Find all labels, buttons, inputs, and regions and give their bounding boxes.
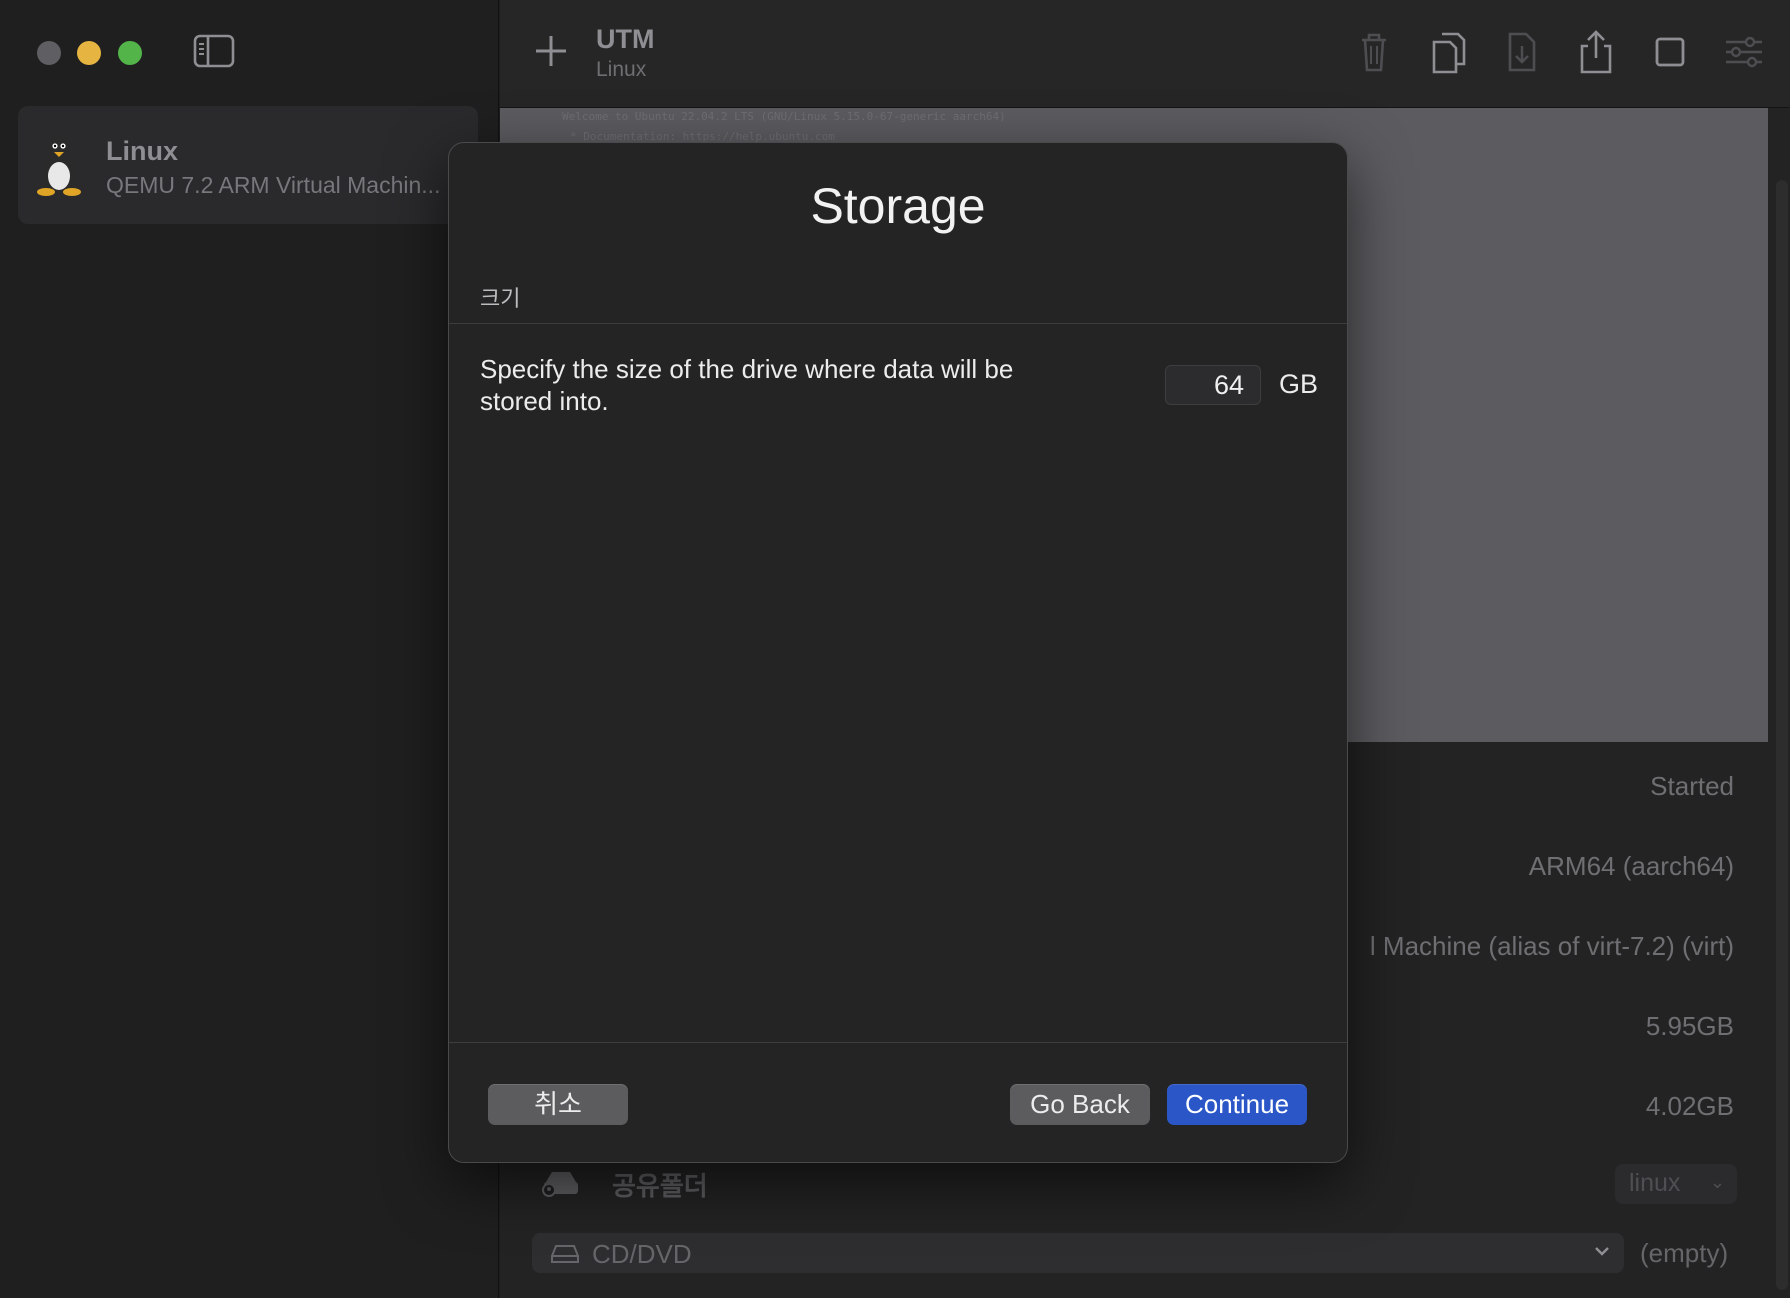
trash-icon[interactable] <box>1352 28 1396 76</box>
shared-folder-select[interactable]: linux ⌄ <box>1615 1164 1737 1204</box>
clone-icon[interactable] <box>1426 28 1470 76</box>
window-subtitle: Linux <box>596 58 647 81</box>
divider <box>449 323 1347 324</box>
go-back-button[interactable]: Go Back <box>1010 1084 1150 1125</box>
memory-value: 5.95GB <box>1645 1011 1734 1041</box>
plus-icon[interactable] <box>530 30 572 72</box>
drive-icon <box>551 1245 579 1263</box>
cd-dvd-select[interactable]: CD/DVD <box>532 1233 1624 1273</box>
dialog-title: Storage <box>810 178 986 234</box>
vm-description: QEMU 7.2 ARM Virtual Machin... <box>106 172 441 198</box>
window-minimize-button[interactable] <box>77 41 101 65</box>
linux-penguin-icon <box>37 136 81 196</box>
machine-value: l Machine (alias of virt-7.2) (virt) <box>1369 931 1734 961</box>
storage-dialog: Storage 크기 Specify the size of the drive… <box>448 142 1348 1163</box>
chevron-down-icon <box>1595 1247 1609 1256</box>
vm-list-item[interactable]: Linux QEMU 7.2 ARM Virtual Machin... <box>18 106 478 224</box>
sidebar: Linux QEMU 7.2 ARM Virtual Machin... <box>0 0 499 1298</box>
architecture-value: ARM64 (aarch64) <box>1528 851 1734 881</box>
chevron-down-icon: ⌄ <box>1709 1172 1725 1192</box>
drive-size-input[interactable] <box>1165 365 1261 405</box>
size-unit-label: GB <box>1279 369 1319 399</box>
shared-folder-icon <box>542 1172 578 1197</box>
window-title: UTM <box>596 24 655 54</box>
cancel-button[interactable]: 취소 <box>488 1084 628 1125</box>
continue-button[interactable]: Continue <box>1167 1084 1307 1125</box>
shared-folder-value: linux <box>1629 1169 1681 1197</box>
vm-name: Linux <box>106 136 178 166</box>
share-icon[interactable] <box>1574 28 1618 76</box>
window-close-button[interactable] <box>37 41 61 65</box>
window-maximize-button[interactable] <box>118 41 142 65</box>
console-line: Welcome to Ubuntu 22.04.2 LTS (GNU/Linux… <box>562 110 1006 123</box>
scrollbar[interactable] <box>1776 180 1788 1290</box>
divider <box>449 1042 1347 1043</box>
toolbar: UTM Linux <box>500 0 1790 108</box>
size-value: 4.02GB <box>1645 1091 1734 1121</box>
status-value: Started <box>1650 771 1734 801</box>
stop-icon[interactable] <box>1648 28 1692 76</box>
section-label: 크기 <box>480 286 521 311</box>
settings-icon[interactable] <box>1722 28 1766 76</box>
download-icon[interactable] <box>1500 28 1544 76</box>
sidebar-toggle-icon[interactable] <box>193 34 235 68</box>
shared-folder-label: 공유폴더 <box>612 1171 708 1201</box>
cd-dvd-label: CD/DVD <box>592 1239 692 1269</box>
size-description: Specify the size of the drive where data… <box>480 354 1014 416</box>
cd-dvd-value: (empty) <box>1640 1238 1729 1268</box>
